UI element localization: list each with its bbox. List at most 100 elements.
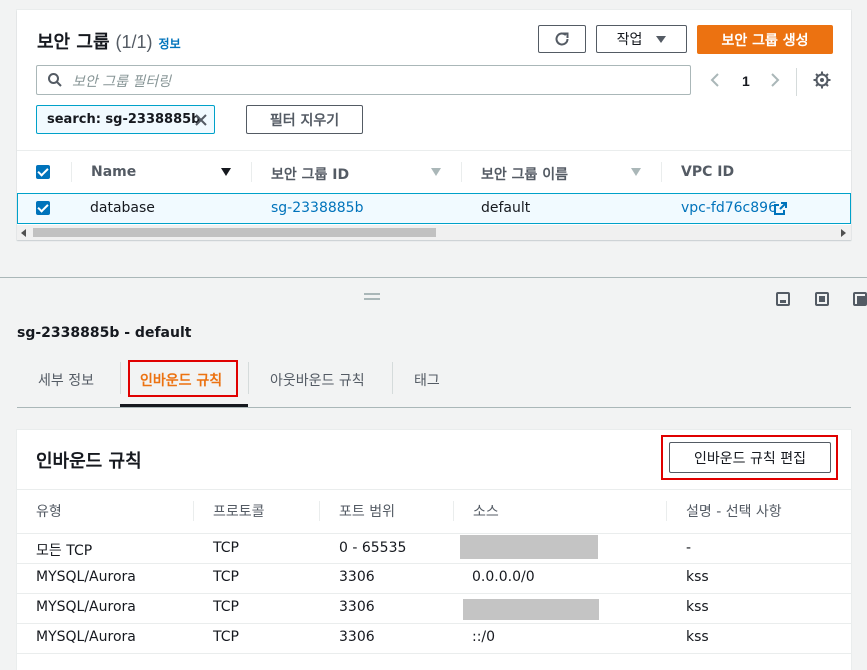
chevron-right-icon[interactable] [769, 72, 781, 88]
tab-outbound-rules[interactable]: 아웃바운드 규칙 [270, 370, 365, 390]
divider [17, 653, 851, 654]
tab-tags[interactable]: 태그 [414, 370, 440, 390]
horizontal-scrollbar[interactable] [17, 225, 851, 240]
resize-handle-icon[interactable] [364, 298, 380, 300]
sort-icon[interactable] [631, 168, 641, 176]
cell-description: kss [686, 569, 709, 585]
cell-description: kss [686, 629, 709, 645]
column-header-sg-id[interactable]: 보안 그룹 ID [271, 164, 349, 184]
column-header-source: 소스 [473, 504, 499, 520]
refresh-button[interactable] [538, 25, 586, 53]
inbound-rules-title: 인바운드 규칙 [36, 451, 142, 472]
cell-description: - [686, 540, 692, 556]
panel-middle-icon[interactable] [815, 292, 829, 306]
create-security-group-button[interactable]: 보안 그룹 생성 [697, 25, 833, 54]
column-header-type: 유형 [36, 504, 62, 520]
redacted-source [460, 535, 598, 559]
cell-protocol: TCP [213, 540, 239, 556]
column-header-vpc-id[interactable]: VPC ID [681, 164, 734, 180]
tab-divider [120, 362, 121, 394]
column-divider [661, 162, 662, 182]
column-divider [666, 501, 667, 521]
chevron-left-icon[interactable] [709, 72, 721, 88]
row-checkbox[interactable] [36, 201, 50, 215]
page-title: 보안 그룹 [37, 32, 110, 53]
details-title: sg-2338885b - default [17, 325, 192, 341]
tab-details[interactable]: 세부 정보 [38, 370, 94, 390]
column-divider [319, 501, 320, 521]
clear-filters-button[interactable]: 필터 지우기 [246, 105, 363, 134]
inbound-rules-panel: 인바운드 규칙 인바운드 규칙 편집 유형 프로토콜 포트 범위 소스 설명 -… [17, 430, 851, 670]
caret-down-icon [656, 35, 667, 43]
highlight-box [661, 435, 838, 480]
scrollbar-thumb[interactable] [33, 228, 436, 237]
table-row: MYSQL/Aurora TCP 3306 0.0.0.0/0 kss [17, 564, 851, 594]
cell-protocol: TCP [213, 629, 239, 645]
panel-bottom-icon[interactable] [776, 292, 790, 306]
cell-name: database [90, 200, 155, 216]
gear-icon[interactable] [813, 71, 831, 89]
resize-handle-icon[interactable] [364, 293, 380, 295]
search-placeholder: 보안 그룹 필터링 [72, 74, 172, 90]
column-header-sg-name[interactable]: 보안 그룹 이름 [481, 164, 568, 184]
security-groups-panel: 보안 그룹 (1/1) 정보 작업 보안 그룹 생성 보안 그룹 필터링 1 s… [17, 10, 851, 240]
filter-token-label: search: sg-2338885b [47, 112, 201, 127]
panel-full-icon[interactable] [853, 292, 867, 306]
column-header-description: 설명 - 선택 사항 [686, 504, 782, 520]
cell-group-name: default [481, 200, 531, 216]
cell-type: MYSQL/Aurora [36, 629, 136, 645]
panel-header: 보안 그룹 (1/1) 정보 [37, 28, 181, 54]
filter-token: search: sg-2338885b [36, 105, 215, 134]
column-divider [251, 162, 252, 182]
page-number[interactable]: 1 [742, 73, 750, 89]
highlight-box [128, 360, 238, 397]
cell-type: MYSQL/Aurora [36, 569, 136, 585]
cell-port: 3306 [339, 629, 375, 645]
sort-icon[interactable] [431, 168, 441, 176]
refresh-icon [555, 32, 569, 46]
column-divider [461, 162, 462, 182]
sort-descending-icon[interactable] [221, 168, 231, 176]
cell-type: 모든 TCP [36, 543, 93, 559]
external-link-icon[interactable] [773, 201, 788, 216]
cell-protocol: TCP [213, 599, 239, 615]
actions-label: 작업 [616, 32, 643, 48]
cell-source: 0.0.0.0/0 [472, 569, 535, 585]
column-divider [71, 162, 72, 182]
selection-count: (1/1) [115, 32, 153, 52]
search-icon [48, 73, 62, 87]
actions-dropdown[interactable]: 작업 [596, 25, 687, 53]
cell-port: 0 - 65535 [339, 540, 407, 556]
column-divider [193, 501, 194, 521]
cell-source: ::/0 [472, 629, 496, 645]
cell-protocol: TCP [213, 569, 239, 585]
table-row: 모든 TCP TCP 0 - 65535 - [17, 534, 851, 564]
info-link[interactable]: 정보 [159, 35, 181, 52]
table-row: MYSQL/Aurora TCP 3306 ::/0 kss [17, 624, 851, 654]
security-group-id-link[interactable]: sg-2338885b [271, 200, 363, 216]
scroll-right-arrow[interactable] [841, 229, 846, 237]
column-divider [453, 501, 454, 521]
select-all-checkbox[interactable] [36, 165, 50, 179]
clear-filters-label: 필터 지우기 [269, 112, 340, 129]
cell-description: kss [686, 599, 709, 615]
divider [17, 489, 851, 490]
scroll-left-arrow[interactable] [21, 229, 26, 237]
table-row: MYSQL/Aurora TCP 3306 kss [17, 594, 851, 624]
cell-port: 3306 [339, 599, 375, 615]
tab-divider [248, 362, 249, 394]
filter-search-input[interactable]: 보안 그룹 필터링 [36, 65, 691, 95]
table-row[interactable]: database sg-2338885b default vpc-fd76c89… [17, 193, 851, 224]
tabs-underline [17, 407, 851, 408]
divider [796, 68, 797, 96]
split-panel-divider [0, 277, 867, 278]
column-header-port-range: 포트 범위 [339, 504, 395, 520]
create-label: 보안 그룹 생성 [721, 32, 809, 49]
column-header-name[interactable]: Name [91, 164, 136, 180]
tab-divider [392, 362, 393, 394]
column-header-protocol: 프로토콜 [213, 504, 265, 520]
vpc-id-link[interactable]: vpc-fd76c896 [681, 200, 777, 216]
close-icon[interactable] [195, 114, 207, 126]
cell-port: 3306 [339, 569, 375, 585]
cell-type: MYSQL/Aurora [36, 599, 136, 615]
